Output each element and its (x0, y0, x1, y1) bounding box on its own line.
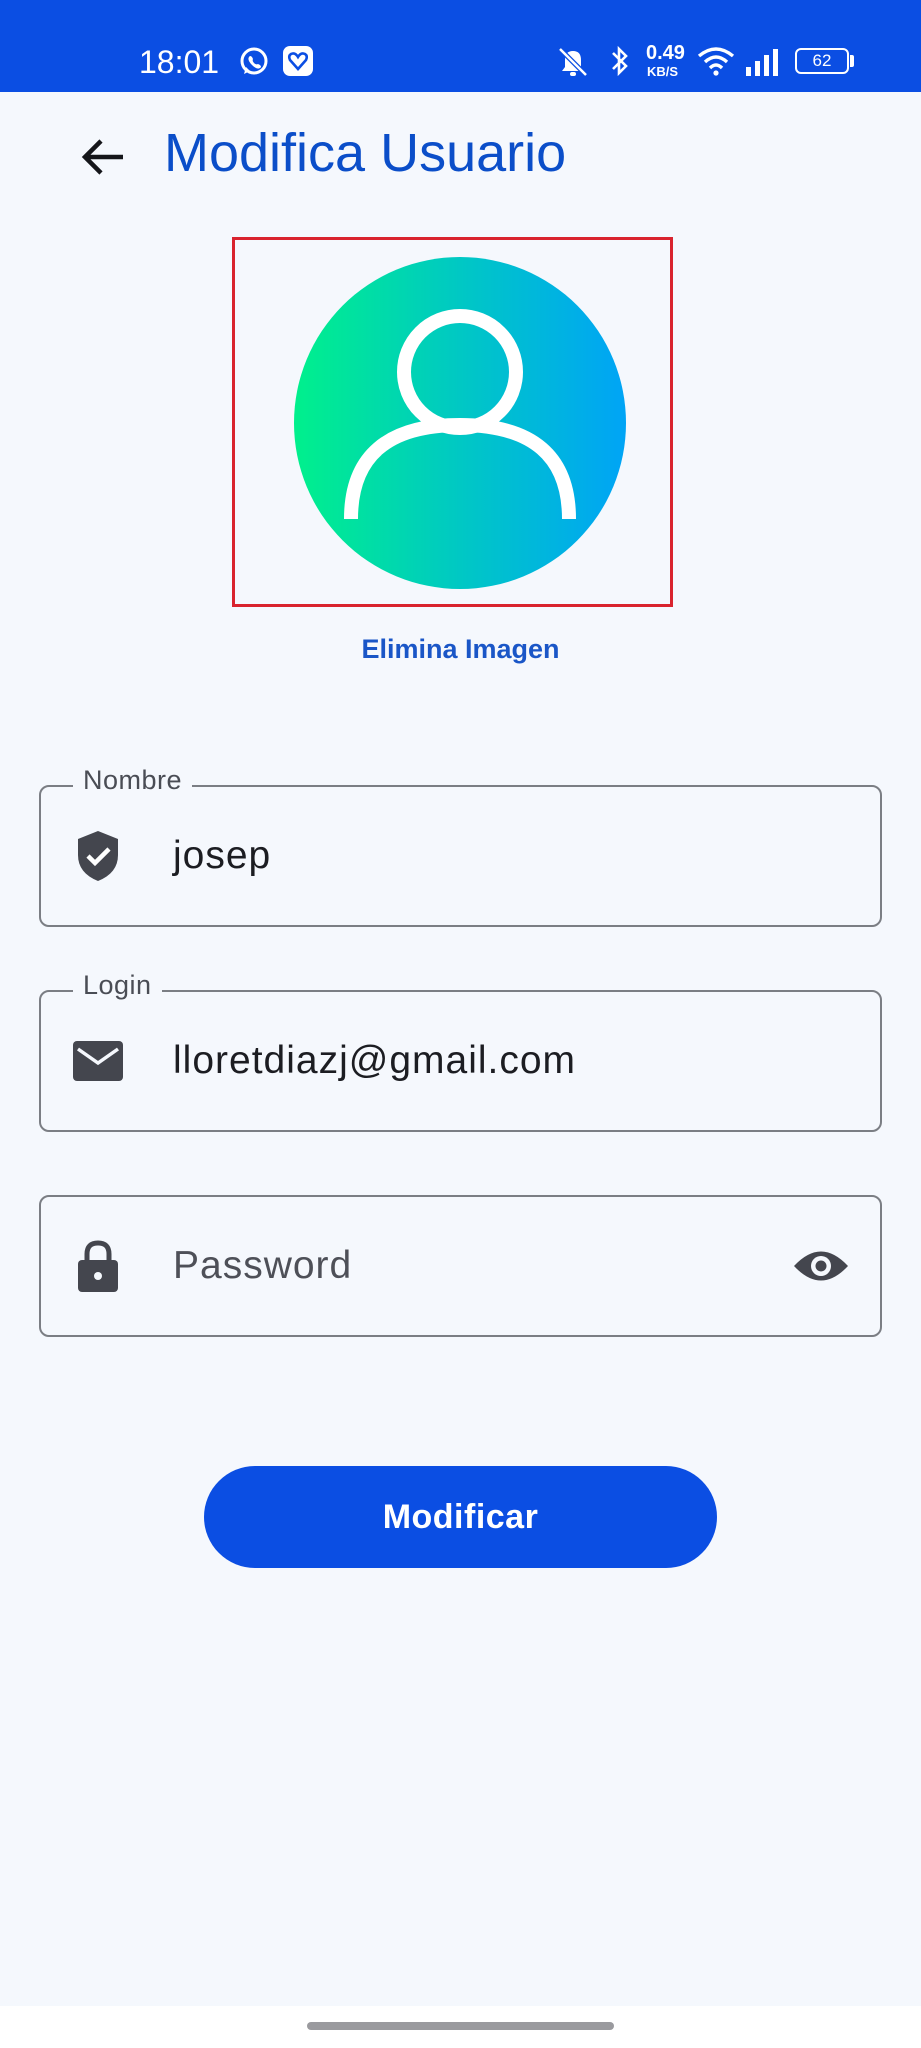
wifi-icon (697, 47, 735, 76)
page-title: Modifica Usuario (164, 123, 567, 183)
user-icon (344, 309, 576, 520)
battery-icon: 62 (795, 48, 849, 74)
login-input[interactable]: lloretdiazj@gmail.com (173, 1039, 576, 1083)
mail-icon (71, 1034, 125, 1088)
status-time: 18:01 (139, 44, 220, 80)
home-indicator[interactable] (307, 2022, 614, 2030)
nombre-label: Nombre (73, 765, 193, 796)
eye-icon (794, 1251, 848, 1281)
app-notification-icon (283, 46, 313, 76)
login-field[interactable]: Login lloretdiazj@gmail.com (39, 970, 882, 1132)
status-bar: 18:01 0.49 KB/S 62 (0, 0, 921, 92)
app-bar: Modifica Usuario (0, 92, 921, 212)
password-field[interactable]: Password (39, 1195, 882, 1337)
lock-icon (71, 1239, 125, 1293)
battery-level: 62 (812, 51, 832, 70)
shield-check-icon (71, 829, 125, 883)
battery-tip (850, 55, 854, 67)
nombre-input[interactable]: josep (173, 834, 271, 878)
back-button[interactable] (70, 124, 136, 190)
net-speed-value: 0.49 (646, 42, 685, 64)
password-input[interactable]: Password (173, 1244, 352, 1288)
login-label: Login (73, 970, 162, 1001)
nombre-field[interactable]: Nombre josep (39, 765, 882, 927)
net-speed-unit: KB/S (647, 64, 679, 79)
whatsapp-icon (240, 47, 268, 75)
signal-icon (746, 49, 778, 76)
bluetooth-icon (612, 45, 628, 77)
arrow-left-icon (81, 139, 123, 175)
modificar-button[interactable]: Modificar (204, 1466, 717, 1568)
mute-icon (558, 47, 588, 77)
delete-image-link[interactable]: Elimina Imagen (0, 634, 921, 665)
avatar[interactable] (294, 257, 626, 589)
toggle-password-visibility[interactable] (790, 1241, 852, 1291)
